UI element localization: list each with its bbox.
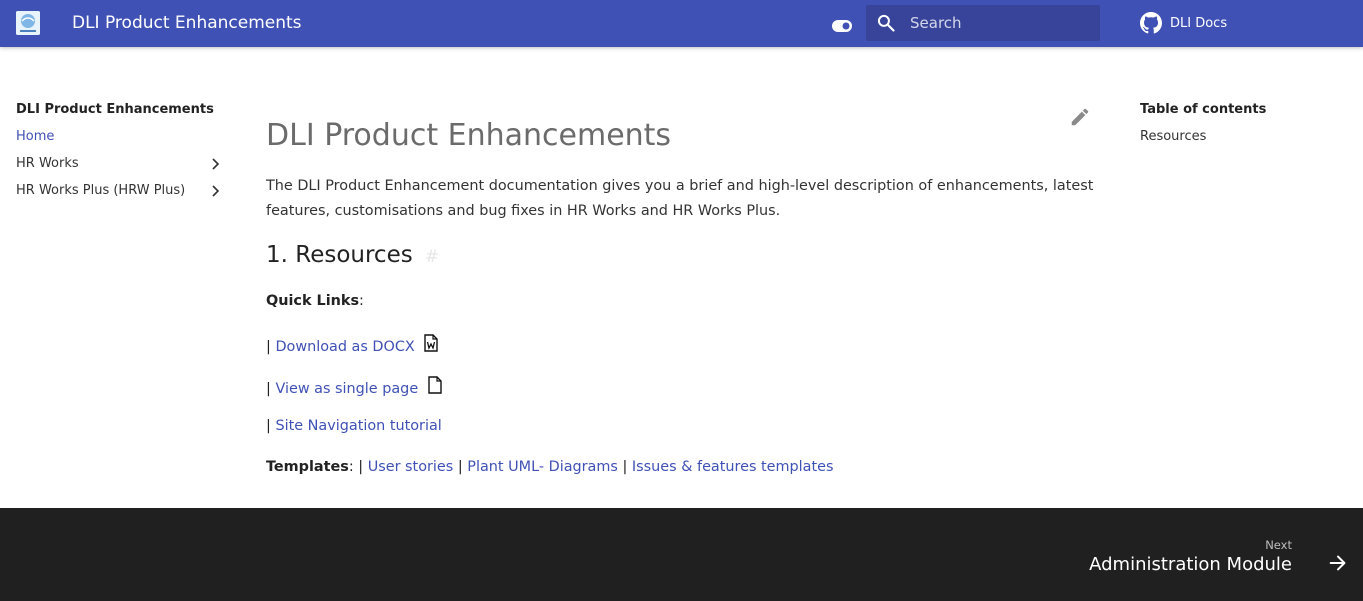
repo-link[interactable]: DLI Docs <box>1140 11 1227 35</box>
colon: : <box>359 293 364 309</box>
site-title[interactable]: DLI Product Enhancements <box>72 13 302 33</box>
file-icon[interactable] <box>427 376 443 394</box>
pipe-separator: | <box>266 381 271 397</box>
view-single-page-link[interactable]: View as single page <box>275 381 418 397</box>
toc-title: Table of contents <box>1140 102 1267 117</box>
pipe-separator: | <box>266 418 271 434</box>
quick-links-label-row: Quick Links: <box>266 293 364 309</box>
pipe-separator: | <box>266 339 271 355</box>
issues-features-templates-link[interactable]: Issues & features templates <box>632 459 834 475</box>
chevron-right-icon <box>212 158 220 170</box>
footer: Next Administration Module <box>0 508 1363 601</box>
logo-icon[interactable] <box>16 11 40 35</box>
sidebar-item-label: HR Works Plus (HRW Plus) <box>16 183 186 198</box>
sidebar-item-home[interactable]: Home <box>16 127 226 147</box>
search-box[interactable] <box>866 5 1100 41</box>
heading-anchor-link[interactable]: # <box>425 247 439 267</box>
next-page-link[interactable]: Next Administration Module <box>1049 536 1349 586</box>
sidebar-item-hr-works-plus[interactable]: HR Works Plus (HRW Plus) <box>16 181 226 201</box>
next-page-title: Administration Module <box>1089 554 1292 575</box>
site-nav-row: | Site Navigation tutorial <box>266 418 442 434</box>
section-heading: 1. Resources # <box>266 242 439 268</box>
plant-uml-diagrams-link[interactable]: Plant UML- Diagrams <box>467 459 618 475</box>
toc-item-resources[interactable]: Resources <box>1140 129 1206 144</box>
sidebar-item-label: HR Works <box>16 156 79 171</box>
pipe-separator: | <box>622 459 628 475</box>
search-icon <box>877 14 895 32</box>
templates-label: Templates <box>266 459 349 475</box>
search-input[interactable] <box>910 5 1096 41</box>
page-title: DLI Product Enhancements <box>266 118 672 153</box>
quick-links-label: Quick Links <box>266 293 360 309</box>
templates-row: Templates: | User stories | Plant UML- D… <box>266 459 834 475</box>
download-docx-row: | Download as DOCX <box>266 334 439 355</box>
download-docx-link[interactable]: Download as DOCX <box>275 339 414 355</box>
word-doc-icon[interactable] <box>423 334 439 352</box>
sidebar-item-hr-works[interactable]: HR Works <box>16 154 226 174</box>
edit-pencil-icon[interactable] <box>1069 106 1091 128</box>
nav-title[interactable]: DLI Product Enhancements <box>16 102 214 117</box>
section-heading-text: 1. Resources <box>266 242 413 268</box>
sidebar-item-label: Home <box>16 129 55 144</box>
single-page-row: | View as single page <box>266 376 443 397</box>
chevron-right-icon <box>212 185 220 197</box>
next-direction-label: Next <box>1265 538 1292 552</box>
site-navigation-tutorial-link[interactable]: Site Navigation tutorial <box>275 418 441 434</box>
repo-name: DLI Docs <box>1170 15 1228 31</box>
intro-paragraph: The DLI Product Enhancement documentatio… <box>266 178 1094 219</box>
arrow-right-icon <box>1329 555 1346 571</box>
github-icon <box>1140 12 1162 34</box>
colon: : <box>348 459 354 475</box>
theme-toggle-icon[interactable] <box>832 17 852 32</box>
pipe-separator: | <box>358 459 364 475</box>
user-stories-link[interactable]: User stories <box>368 459 454 475</box>
header: DLI Product Enhancements DLI Docs <box>0 0 1363 47</box>
pipe-separator: | <box>457 459 463 475</box>
